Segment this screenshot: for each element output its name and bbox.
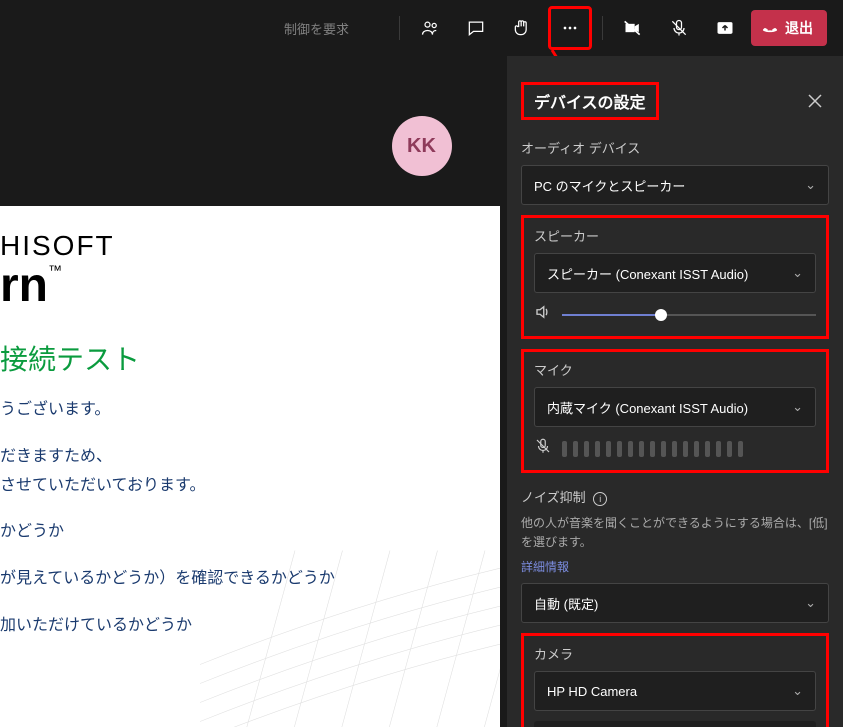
slide-text-4: が見えているかどうか）を確認できるかどうか: [0, 565, 500, 594]
close-icon[interactable]: [801, 87, 829, 115]
divider: [399, 16, 400, 40]
noise-value: 自動 (既定): [534, 594, 598, 613]
camera-section-highlight: カメラ HP HD Camera ⌄ HP HD Camera: [521, 633, 829, 727]
camera-value: HP HD Camera: [547, 684, 637, 699]
people-icon[interactable]: [410, 8, 450, 48]
divider: [602, 16, 603, 40]
device-settings-panel: デバイスの設定 オーディオ デバイス PC のマイクとスピーカー ⌄ スピーカー…: [507, 56, 843, 727]
mic-muted-icon: [534, 437, 552, 460]
noise-suppression-label: ノイズ抑制 i: [521, 487, 829, 506]
chevron-down-icon: ⌄: [792, 399, 803, 415]
chevron-down-icon: ⌄: [805, 595, 816, 611]
leave-label: 退出: [785, 18, 813, 38]
chevron-down-icon: ⌄: [792, 683, 803, 699]
speaker-volume-slider[interactable]: [562, 305, 816, 325]
share-screen-icon[interactable]: [705, 8, 745, 48]
camera-dropdown[interactable]: HP HD Camera ⌄: [534, 671, 816, 711]
info-icon[interactable]: i: [593, 492, 607, 506]
slide-text-1: うございます。: [0, 396, 500, 425]
mic-label: マイク: [534, 360, 816, 379]
audio-device-value: PC のマイクとスピーカー: [534, 176, 685, 195]
brand-line-1: HISOFT: [0, 230, 500, 262]
avatar[interactable]: KK: [392, 116, 452, 176]
chevron-down-icon: ⌄: [792, 265, 803, 281]
noise-help-text: 他の人が音楽を聞くことができるようにする場合は、[低] を選びます。: [521, 514, 829, 552]
speaker-section-highlight: スピーカー スピーカー (Conexant ISST Audio) ⌄: [521, 215, 829, 339]
chevron-down-icon: ⌄: [805, 177, 816, 193]
leave-button[interactable]: 退出: [751, 10, 827, 46]
slide-text-3: かどうか: [0, 518, 500, 547]
mic-dropdown[interactable]: 内蔵マイク (Conexant ISST Audio) ⌄: [534, 387, 816, 427]
volume-icon: [534, 303, 552, 326]
shared-screen-content: HISOFT rn™ 接続テスト うございます。 だきますため、 させていただい…: [0, 206, 500, 727]
audio-device-label: オーディオ デバイス: [521, 138, 829, 157]
trademark: ™: [48, 262, 62, 278]
camera-label: カメラ: [534, 644, 816, 663]
panel-title: デバイスの設定: [521, 82, 659, 120]
camera-off-icon[interactable]: [613, 8, 653, 48]
audio-device-dropdown[interactable]: PC のマイクとスピーカー ⌄: [521, 165, 829, 205]
noise-more-info-link[interactable]: 詳細情報: [521, 558, 569, 575]
slide-heading: 接続テスト: [0, 338, 500, 378]
decorative-wireframe: [200, 467, 500, 727]
request-control-text[interactable]: 制御を要求: [284, 19, 349, 38]
speaker-value: スピーカー (Conexant ISST Audio): [547, 264, 748, 283]
mic-value: 内蔵マイク (Conexant ISST Audio): [547, 398, 748, 417]
avatar-initials: KK: [407, 135, 436, 158]
mic-off-icon[interactable]: [659, 8, 699, 48]
chat-icon[interactable]: [456, 8, 496, 48]
noise-suppression-dropdown[interactable]: 自動 (既定) ⌄: [521, 583, 829, 623]
slide-text-5: 加いただけているかどうか: [0, 612, 500, 641]
brand-line-2: rn: [0, 259, 48, 312]
slide-text-2: だきますため、 させていただいております。: [0, 443, 500, 501]
raise-hand-icon[interactable]: [502, 8, 542, 48]
camera-preview-label: HP HD Camera: [534, 721, 816, 727]
speaker-dropdown[interactable]: スピーカー (Conexant ISST Audio) ⌄: [534, 253, 816, 293]
mic-section-highlight: マイク 内蔵マイク (Conexant ISST Audio) ⌄: [521, 349, 829, 473]
more-actions-icon[interactable]: [548, 6, 592, 50]
main-area: KK HISOFT rn™ 接続テスト うございます。 だきますため、 させてい…: [0, 56, 843, 727]
meeting-topbar: 制御を要求 退出: [0, 0, 843, 56]
speaker-label: スピーカー: [534, 226, 816, 245]
mic-level-meter: [562, 441, 816, 457]
